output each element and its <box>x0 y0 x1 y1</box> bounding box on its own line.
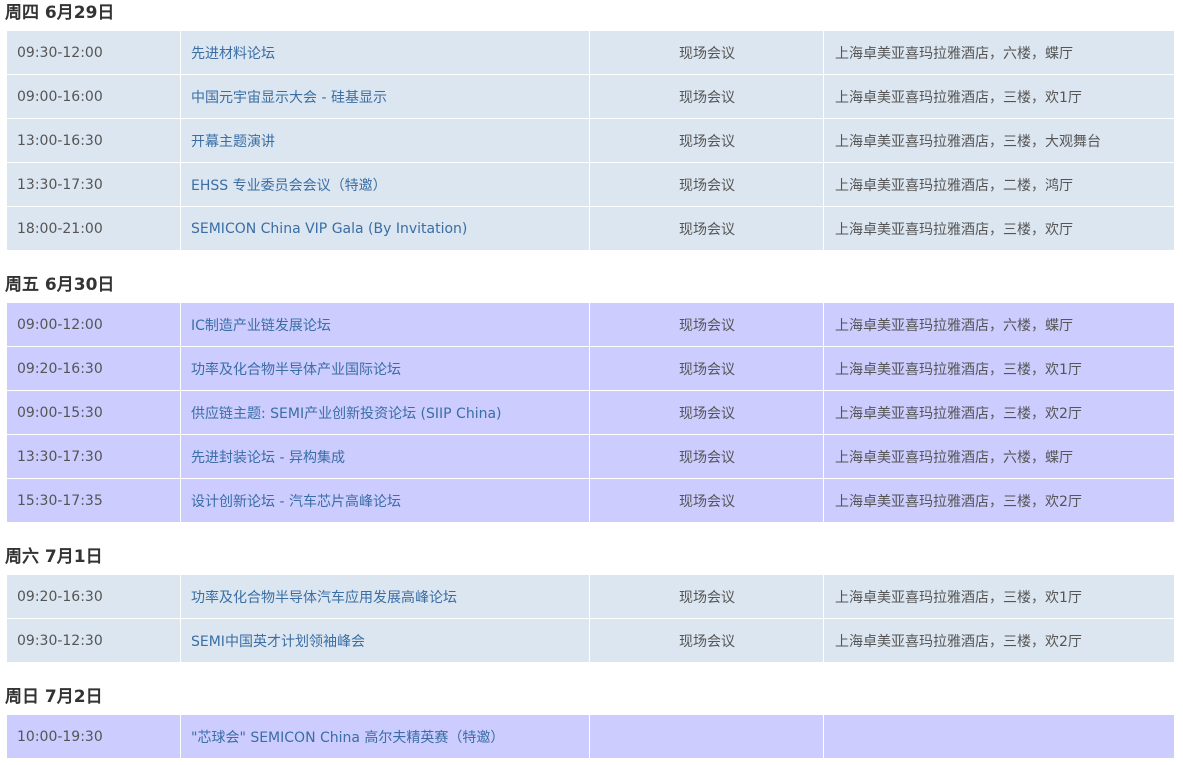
session-title-link[interactable]: 先进材料论坛 <box>191 46 275 62</box>
session-venue: 上海卓美亚喜玛拉雅酒店，六楼，蝶厅 <box>823 302 1175 347</box>
session-title-link[interactable]: 供应链主题: SEMI产业创新投资论坛 (SIIP China) <box>191 406 502 422</box>
table-row: 13:30-17:30 EHSS 专业委员会会议（特邀） 现场会议 上海卓美亚喜… <box>6 162 1175 207</box>
session-title-link[interactable]: IC制造产业链发展论坛 <box>191 318 331 334</box>
schedule-table: 09:20-16:30 功率及化合物半导体汽车应用发展高峰论坛 现场会议 上海卓… <box>6 574 1175 663</box>
table-row: 10:00-19:30 "芯球会" SEMICON China 高尔夫精英赛（特… <box>6 714 1175 759</box>
table-row: 09:30-12:30 SEMI中国英才计划领袖峰会 现场会议 上海卓美亚喜玛拉… <box>6 618 1175 663</box>
session-type: 现场会议 <box>589 162 824 207</box>
session-type <box>589 714 824 759</box>
session-time: 09:30-12:30 <box>6 618 181 663</box>
session-venue: 上海卓美亚喜玛拉雅酒店，三楼，欢1厅 <box>823 346 1175 391</box>
session-type: 现场会议 <box>589 206 824 251</box>
table-row: 09:00-16:00 中国元宇宙显示大会 - 硅基显示 现场会议 上海卓美亚喜… <box>6 74 1175 119</box>
schedule-table: 09:00-12:00 IC制造产业链发展论坛 现场会议 上海卓美亚喜玛拉雅酒店… <box>6 302 1175 523</box>
table-row: 13:00-16:30 开幕主题演讲 现场会议 上海卓美亚喜玛拉雅酒店，三楼，大… <box>6 118 1175 163</box>
table-row: 18:00-21:00 SEMICON China VIP Gala (By I… <box>6 206 1175 251</box>
session-venue <box>823 714 1175 759</box>
table-row: 09:20-16:30 功率及化合物半导体汽车应用发展高峰论坛 现场会议 上海卓… <box>6 574 1175 619</box>
session-type: 现场会议 <box>589 574 824 619</box>
session-type: 现场会议 <box>589 434 824 479</box>
schedule-table: 09:30-12:00 先进材料论坛 现场会议 上海卓美亚喜玛拉雅酒店，六楼，蝶… <box>6 30 1175 251</box>
session-time: 09:20-16:30 <box>6 346 181 391</box>
session-time: 15:30-17:35 <box>6 478 181 523</box>
session-title-link[interactable]: 开幕主题演讲 <box>191 134 275 150</box>
day-heading: 周日 7月2日 <box>5 687 103 707</box>
session-venue: 上海卓美亚喜玛拉雅酒店，三楼，欢1厅 <box>823 74 1175 119</box>
table-row: 09:00-12:00 IC制造产业链发展论坛 现场会议 上海卓美亚喜玛拉雅酒店… <box>6 302 1175 347</box>
schedule-page: 周四 6月29日 09:30-12:00 先进材料论坛 现场会议 上海卓美亚喜玛… <box>0 0 1183 765</box>
session-type: 现场会议 <box>589 618 824 663</box>
session-title-link[interactable]: SEMICON China VIP Gala (By Invitation) <box>191 221 467 237</box>
session-venue: 上海卓美亚喜玛拉雅酒店，三楼，欢厅 <box>823 206 1175 251</box>
session-type: 现场会议 <box>589 478 824 523</box>
session-time: 13:00-16:30 <box>6 118 181 163</box>
table-row: 09:20-16:30 功率及化合物半导体产业国际论坛 现场会议 上海卓美亚喜玛… <box>6 346 1175 391</box>
table-row: 09:00-15:30 供应链主题: SEMI产业创新投资论坛 (SIIP Ch… <box>6 390 1175 435</box>
session-venue: 上海卓美亚喜玛拉雅酒店，六楼，蝶厅 <box>823 30 1175 75</box>
session-venue: 上海卓美亚喜玛拉雅酒店，三楼，欢2厅 <box>823 390 1175 435</box>
schedule-table: 10:00-19:30 "芯球会" SEMICON China 高尔夫精英赛（特… <box>6 714 1175 759</box>
session-title-link[interactable]: EHSS 专业委员会会议（特邀） <box>191 178 387 194</box>
session-time: 09:20-16:30 <box>6 574 181 619</box>
session-title-link[interactable]: 设计创新论坛 - 汽车芯片高峰论坛 <box>191 494 401 510</box>
session-time: 13:30-17:30 <box>6 434 181 479</box>
session-time: 18:00-21:00 <box>6 206 181 251</box>
session-venue: 上海卓美亚喜玛拉雅酒店，二楼，鸿厅 <box>823 162 1175 207</box>
session-venue: 上海卓美亚喜玛拉雅酒店，三楼，欢2厅 <box>823 618 1175 663</box>
session-title-link[interactable]: 功率及化合物半导体产业国际论坛 <box>191 362 401 378</box>
session-venue: 上海卓美亚喜玛拉雅酒店，六楼，蝶厅 <box>823 434 1175 479</box>
day-heading: 周四 6月29日 <box>5 3 115 23</box>
session-venue: 上海卓美亚喜玛拉雅酒店，三楼，欢2厅 <box>823 478 1175 523</box>
session-type: 现场会议 <box>589 30 824 75</box>
table-row: 15:30-17:35 设计创新论坛 - 汽车芯片高峰论坛 现场会议 上海卓美亚… <box>6 478 1175 523</box>
session-type: 现场会议 <box>589 346 824 391</box>
session-title-link[interactable]: 中国元宇宙显示大会 - 硅基显示 <box>191 90 387 106</box>
session-time: 09:00-16:00 <box>6 74 181 119</box>
session-title-link[interactable]: 功率及化合物半导体汽车应用发展高峰论坛 <box>191 590 457 606</box>
session-time: 09:00-12:00 <box>6 302 181 347</box>
session-title-link[interactable]: "芯球会" SEMICON China 高尔夫精英赛（特邀） <box>191 730 504 746</box>
table-row: 09:30-12:00 先进材料论坛 现场会议 上海卓美亚喜玛拉雅酒店，六楼，蝶… <box>6 30 1175 75</box>
session-title-link[interactable]: SEMI中国英才计划领袖峰会 <box>191 634 365 650</box>
day-heading: 周五 6月30日 <box>5 275 115 295</box>
session-time: 09:30-12:00 <box>6 30 181 75</box>
session-type: 现场会议 <box>589 74 824 119</box>
session-title-link[interactable]: 先进封装论坛 - 异构集成 <box>191 450 345 466</box>
session-type: 现场会议 <box>589 302 824 347</box>
table-row: 13:30-17:30 先进封装论坛 - 异构集成 现场会议 上海卓美亚喜玛拉雅… <box>6 434 1175 479</box>
session-time: 09:00-15:30 <box>6 390 181 435</box>
session-time: 10:00-19:30 <box>6 714 181 759</box>
session-time: 13:30-17:30 <box>6 162 181 207</box>
session-venue: 上海卓美亚喜玛拉雅酒店，三楼，大观舞台 <box>823 118 1175 163</box>
session-venue: 上海卓美亚喜玛拉雅酒店，三楼，欢1厅 <box>823 574 1175 619</box>
session-type: 现场会议 <box>589 118 824 163</box>
day-heading: 周六 7月1日 <box>5 547 103 567</box>
session-type: 现场会议 <box>589 390 824 435</box>
